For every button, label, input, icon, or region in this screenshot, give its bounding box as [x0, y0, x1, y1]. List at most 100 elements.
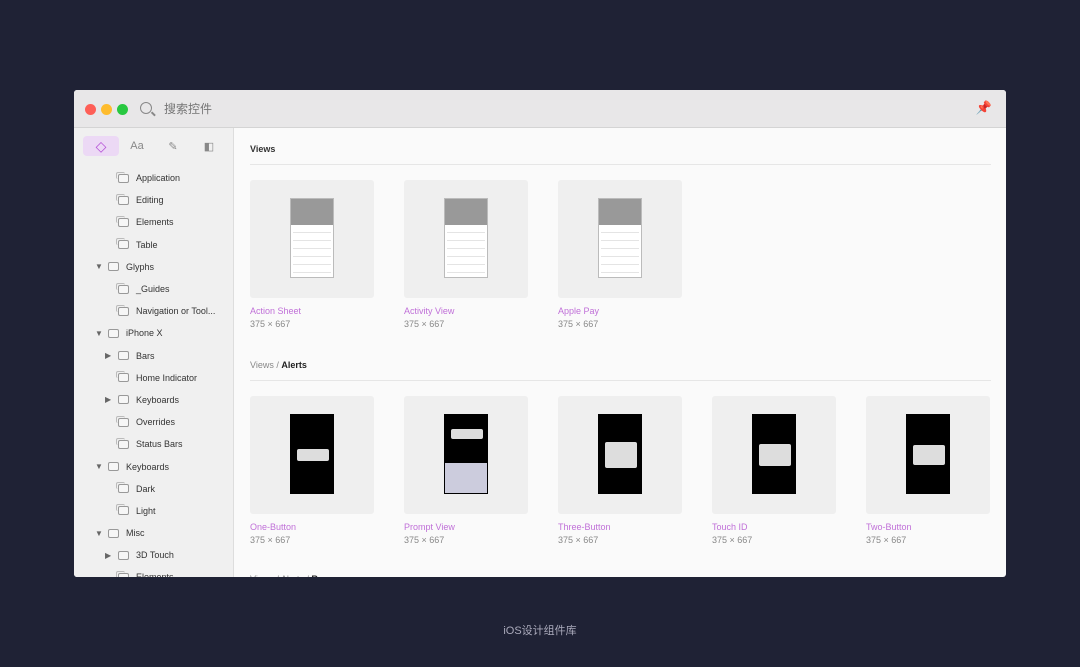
section-path: Views / [250, 360, 282, 370]
artboard-size: 375 × 667 [250, 319, 291, 329]
phone-preview [290, 414, 334, 494]
artboard-card[interactable]: Action Sheet 375 × 667 [250, 180, 374, 329]
sidebar-item[interactable]: Light [74, 500, 234, 522]
phone-preview [444, 198, 488, 278]
sidebar-item-label: Elements [136, 572, 174, 577]
sidebar-tab-0[interactable]: ◇ [83, 136, 119, 156]
artboard-thumbnail[interactable] [404, 396, 528, 514]
sidebar-item[interactable]: Navigation or Tool... [74, 300, 234, 322]
phone-preview [906, 414, 950, 494]
sidebar-item[interactable]: Application [74, 167, 234, 189]
folder-icon [118, 550, 129, 560]
close-button[interactable] [85, 104, 96, 115]
sidebar-item[interactable]: ▶ 3D Touch [74, 544, 234, 566]
artboard-card[interactable]: Prompt View 375 × 667 [404, 396, 528, 545]
artboard-name[interactable]: Touch ID [712, 522, 836, 532]
sidebar-item[interactable]: _Guides [74, 278, 234, 300]
artboard-thumbnail[interactable] [558, 396, 682, 514]
artboard-name[interactable]: Three-Button [558, 522, 682, 532]
sidebar-item[interactable]: ▼ Keyboards [74, 455, 234, 477]
sidebar-item[interactable]: ▼ Glyphs [74, 256, 234, 278]
disclosure-collapsed-icon[interactable]: ▶ [105, 395, 111, 404]
preview-line [293, 240, 331, 241]
disclosure-expanded-icon[interactable]: ▼ [95, 529, 103, 538]
caption: iOS设计组件库 [503, 625, 577, 637]
section-header: Views [250, 144, 275, 154]
preview-line [293, 264, 331, 265]
disclosure-collapsed-icon[interactable]: ▶ [105, 551, 111, 560]
title-bar: 📌 [74, 90, 1006, 128]
sidebar-item[interactable]: ▼ iPhone X [74, 322, 234, 344]
artboard-thumbnail[interactable] [404, 180, 528, 298]
artboard-card[interactable]: One-Button 375 × 667 [250, 396, 374, 545]
artboard-name[interactable]: Activity View [404, 306, 528, 316]
sidebar-tab-3[interactable]: ◧ [191, 136, 227, 156]
artboard-size: 375 × 667 [558, 535, 599, 545]
sidebar-tab-2[interactable]: ✎ [155, 136, 191, 156]
artboard-name[interactable]: Action Sheet [250, 306, 374, 316]
sidebar-item[interactable]: ▶ Bars [74, 345, 234, 367]
symbol-icon [116, 193, 129, 205]
pin-icon[interactable]: 📌 [976, 100, 992, 116]
text-styles-icon: Aa [130, 140, 144, 152]
phone-preview [444, 414, 488, 494]
search-input[interactable] [164, 102, 464, 116]
disclosure-expanded-icon[interactable]: ▼ [95, 462, 103, 471]
symbol-icon [116, 215, 129, 227]
artboard-card[interactable]: Touch ID 375 × 667 [712, 396, 836, 545]
artboard-size: 375 × 667 [712, 535, 753, 545]
preview-line [293, 248, 331, 249]
symbol-icon [116, 482, 129, 494]
section-path: Views [250, 144, 276, 154]
sidebar-item[interactable]: Dark [74, 478, 234, 500]
artboard-thumbnail[interactable] [712, 396, 836, 514]
preview-line [447, 232, 485, 233]
artboard-name[interactable]: Prompt View [404, 522, 528, 532]
symbol-icon [116, 282, 129, 294]
sidebar-item[interactable]: Status Bars [74, 433, 234, 455]
sidebar-item[interactable]: Table [74, 234, 234, 256]
alert-preview [451, 429, 483, 439]
content-area: Views Action Sheet 375 × 667 Activity View 3… [235, 128, 1006, 577]
artboard-name[interactable]: Two-Button [866, 522, 990, 532]
sidebar-tab-1[interactable]: Aa [119, 136, 155, 156]
sidebar-item[interactable]: Editing [74, 189, 234, 211]
artboard-card[interactable]: Apple Pay 375 × 667 [558, 180, 682, 329]
artboard-card[interactable]: Two-Button 375 × 667 [866, 396, 990, 545]
artboard-thumbnail[interactable] [558, 180, 682, 298]
symbol-diamond-icon: ◇ [95, 137, 107, 154]
minimize-button[interactable] [101, 104, 112, 115]
preview-line [601, 240, 639, 241]
artboard-size: 375 × 667 [404, 535, 445, 545]
section-header: Views / Alerts / Resources [250, 574, 357, 577]
disclosure-expanded-icon[interactable]: ▼ [95, 329, 103, 338]
artboard-card[interactable]: Three-Button 375 × 667 [558, 396, 682, 545]
sidebar-item-label: Status Bars [136, 439, 183, 450]
sidebar-item[interactable]: Elements [74, 566, 234, 577]
sidebar-item[interactable]: ▼ Misc [74, 522, 234, 544]
artboard-thumbnail[interactable] [866, 396, 990, 514]
disclosure-collapsed-icon[interactable]: ▶ [105, 351, 111, 360]
preview-line [447, 264, 485, 265]
section-divider [250, 164, 991, 165]
sidebar-item[interactable]: Overrides [74, 411, 234, 433]
phone-preview [598, 414, 642, 494]
alert-preview [605, 442, 637, 468]
artboard-name[interactable]: One-Button [250, 522, 374, 532]
symbol-icon [116, 504, 129, 516]
sidebar-item-label: Overrides [136, 417, 176, 428]
pen-icon: ✎ [168, 140, 178, 153]
artboard-thumbnail[interactable] [250, 180, 374, 298]
preview-line [601, 264, 639, 265]
artboard-name[interactable]: Apple Pay [558, 306, 682, 316]
sidebar: ◇ Aa ✎ ◧ Application Editing Elements Table ▼ Gl… [74, 128, 234, 577]
artboard-card[interactable]: Activity View 375 × 667 [404, 180, 528, 329]
section-divider [250, 380, 991, 381]
disclosure-expanded-icon[interactable]: ▼ [95, 262, 103, 271]
artboard-thumbnail[interactable] [250, 396, 374, 514]
sidebar-item[interactable]: Elements [74, 211, 234, 233]
sidebar-item[interactable]: ▶ Keyboards [74, 389, 234, 411]
sidebar-item-label: Misc [126, 528, 145, 539]
sidebar-item[interactable]: Home Indicator [74, 367, 234, 389]
zoom-button[interactable] [117, 104, 128, 115]
